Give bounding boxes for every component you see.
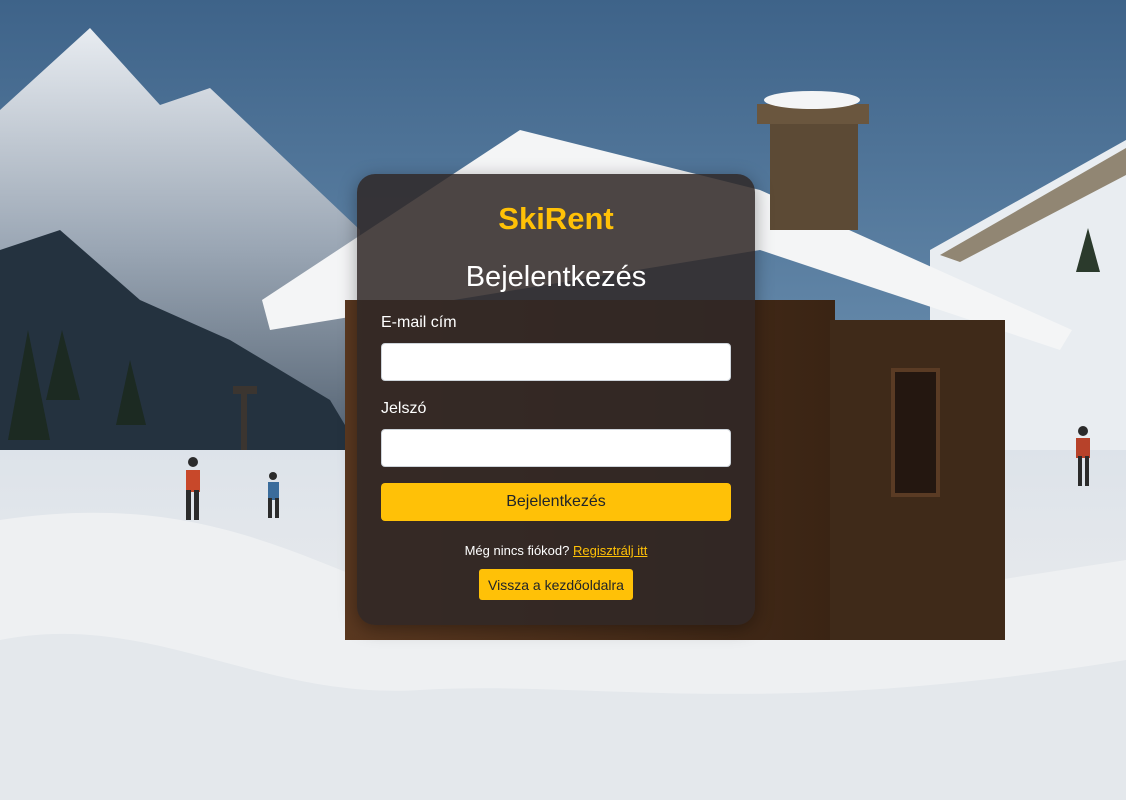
page-title: Bejelentkezés — [465, 261, 647, 293]
email-label: E-mail cím — [381, 314, 457, 331]
register-prompt-text: Még nincs fiókod? — [464, 543, 570, 558]
email-field[interactable] — [381, 343, 731, 381]
register-prompt-line: Még nincs fiókod? Regisztrálj itt — [357, 543, 755, 558]
register-link[interactable]: Regisztrálj itt — [573, 543, 647, 558]
back-to-home-button[interactable]: Vissza a kezdőoldalra — [479, 569, 633, 600]
login-card: SkiRent Bejelentkezés E-mail cím Jelszó … — [357, 174, 755, 625]
password-field[interactable] — [381, 429, 731, 467]
login-button[interactable]: Bejelentkezés — [381, 483, 731, 521]
brand-logo: SkiRent — [498, 201, 614, 236]
password-label: Jelszó — [381, 400, 427, 417]
